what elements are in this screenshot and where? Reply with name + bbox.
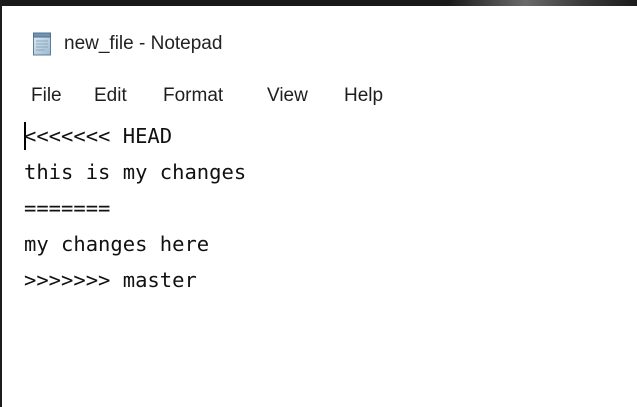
menu-edit[interactable]: Edit: [92, 84, 129, 108]
title-bar[interactable]: new_file - Notepad: [2, 6, 637, 78]
notepad-window: new_file - Notepad File Edit Format View…: [0, 0, 637, 407]
editor-line-5: >>>>>>> master: [24, 268, 197, 292]
window-title: new_file - Notepad: [64, 33, 223, 54]
menu-format[interactable]: Format: [161, 84, 225, 108]
editor-line-3: =======: [24, 196, 111, 220]
menu-help[interactable]: Help: [342, 84, 385, 108]
menu-bar: File Edit Format View Help: [2, 80, 637, 114]
menu-file[interactable]: File: [29, 84, 64, 108]
notepad-icon: [32, 32, 52, 56]
text-editor[interactable]: <<<<<<< HEAD this is my changes ======= …: [2, 116, 637, 407]
menu-view[interactable]: View: [265, 84, 310, 108]
editor-line-4: my changes here: [24, 232, 210, 256]
editor-line-2: this is my changes: [24, 160, 247, 184]
editor-line-1: <<<<<<< HEAD: [24, 124, 173, 148]
